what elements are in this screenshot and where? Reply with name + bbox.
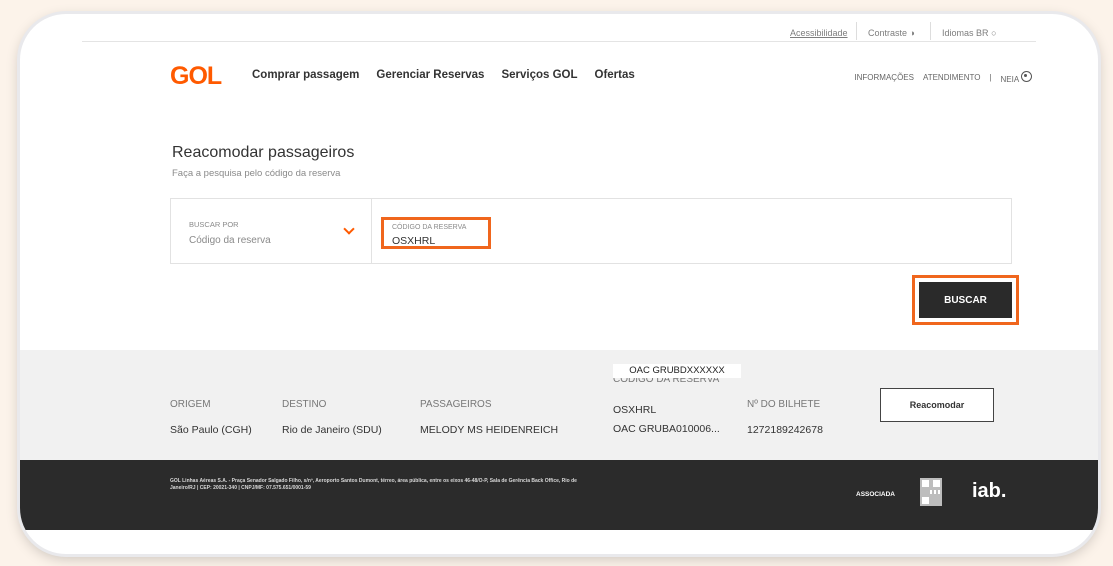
nav-divider: | [989, 73, 992, 82]
globe-icon: ○ [991, 28, 997, 38]
associada-label: ASSOCIADA [856, 491, 896, 498]
destination-value: Rio de Janeiro (SDU) [282, 424, 382, 436]
user-name: NEIA [1000, 75, 1019, 84]
passengers-column: PASSAGEIROS MELODY MS HEIDENREICH [420, 399, 558, 436]
passengers-label: PASSAGEIROS [420, 399, 492, 410]
nav-link-informacoes[interactable]: INFORMAÇÕES [854, 73, 914, 82]
ticket-label: Nº DO BILHETE [747, 399, 821, 410]
nav-menu: Comprar passagem Gerenciar Reservas Serv… [252, 69, 635, 81]
nav-item-servicos-gol[interactable]: Serviços GOL [501, 69, 577, 81]
language-code: BR [976, 28, 989, 38]
chevron-down-icon[interactable] [343, 223, 355, 235]
search-by-select[interactable]: BUSCAR POR Código da reserva [171, 199, 372, 263]
user-menu[interactable]: NEIA [1001, 71, 1032, 84]
half-circle-icon: ◑ [909, 28, 915, 38]
destination-column: DESTINO Rio de Janeiro (SDU) [282, 399, 382, 436]
contrast-label: Contraste [868, 28, 908, 38]
language-selector[interactable]: Idiomas BR ○ [942, 28, 997, 38]
origin-column: ORIGEM São Paulo (CGH) [170, 399, 252, 436]
buscar-highlight: BUSCAR [912, 275, 1019, 325]
utility-divider [856, 22, 857, 40]
search-by-value: Código da reserva [189, 235, 271, 246]
page-subtitle: Faça a pesquisa pelo código da reserva [172, 168, 341, 179]
page-title: Reacomodar passageiros [172, 144, 355, 161]
user-circle-icon [1021, 71, 1032, 82]
passengers-value: MELODY MS HEIDENREICH [420, 424, 559, 436]
origin-label: ORIGEM [170, 399, 211, 410]
seal-qr-icon[interactable] [920, 478, 942, 506]
footer: GOL Linhas Aéreas S.A. - Praça Senador S… [20, 460, 1098, 530]
accessibility-link[interactable]: Acessibilidade [790, 28, 848, 38]
main-nav: GOL Comprar passagem Gerenciar Reservas … [20, 60, 1098, 92]
search-by-label: BUSCAR POR [189, 220, 239, 229]
nav-item-comprar-passagem[interactable]: Comprar passagem [252, 69, 359, 81]
gol-logo[interactable]: GOL [170, 62, 222, 91]
origin-value: São Paulo (CGH) [170, 424, 252, 436]
browser-frame: Acessibilidade Contraste ◑ Idiomas BR ○ … [20, 14, 1098, 554]
right-nav: INFORMAÇÕES ATENDIMENTO | NEIA [854, 71, 1032, 84]
reservation-code-secondary: OAC GRUBA010006... [613, 423, 720, 435]
reacomodar-button[interactable]: Reacomodar [880, 388, 994, 422]
utility-divider [930, 22, 931, 40]
contrast-toggle[interactable]: Contraste ◑ [868, 28, 915, 38]
footer-address: GOL Linhas Aéreas S.A. - Praça Senador S… [170, 478, 577, 491]
nav-item-ofertas[interactable]: Ofertas [595, 69, 635, 81]
iab-logo[interactable]: iab. [972, 480, 1006, 503]
utility-bar: Acessibilidade Contraste ◑ Idiomas BR ○ [20, 14, 1098, 42]
utility-separator-line [82, 41, 1036, 42]
reservation-code-result: OSXHRL [613, 404, 657, 416]
language-label: Idiomas [942, 28, 974, 38]
destination-label: DESTINO [282, 399, 327, 410]
nav-link-atendimento[interactable]: ATENDIMENTO [923, 73, 980, 82]
nav-item-gerenciar-reservas[interactable]: Gerenciar Reservas [376, 69, 484, 81]
reservation-code-input[interactable]: CÓDIGO DA RESERVA OSXHRL [381, 217, 491, 249]
reservation-code-value: OSXHRL [392, 235, 436, 247]
reservation-code-label: CÓDIGO DA RESERVA [392, 224, 467, 231]
code-redaction-overlay: OAC GRUBDXXXXXX [613, 364, 741, 378]
ticket-value: 1272189242678 [747, 424, 823, 436]
buscar-button[interactable]: BUSCAR [919, 282, 1012, 318]
result-row: ORIGEM São Paulo (CGH) DESTINO Rio de Ja… [20, 350, 1098, 460]
ticket-column: Nº DO BILHETE 1272189242678 [747, 399, 823, 436]
search-form: BUSCAR POR Código da reserva CÓDIGO DA R… [170, 198, 1012, 264]
